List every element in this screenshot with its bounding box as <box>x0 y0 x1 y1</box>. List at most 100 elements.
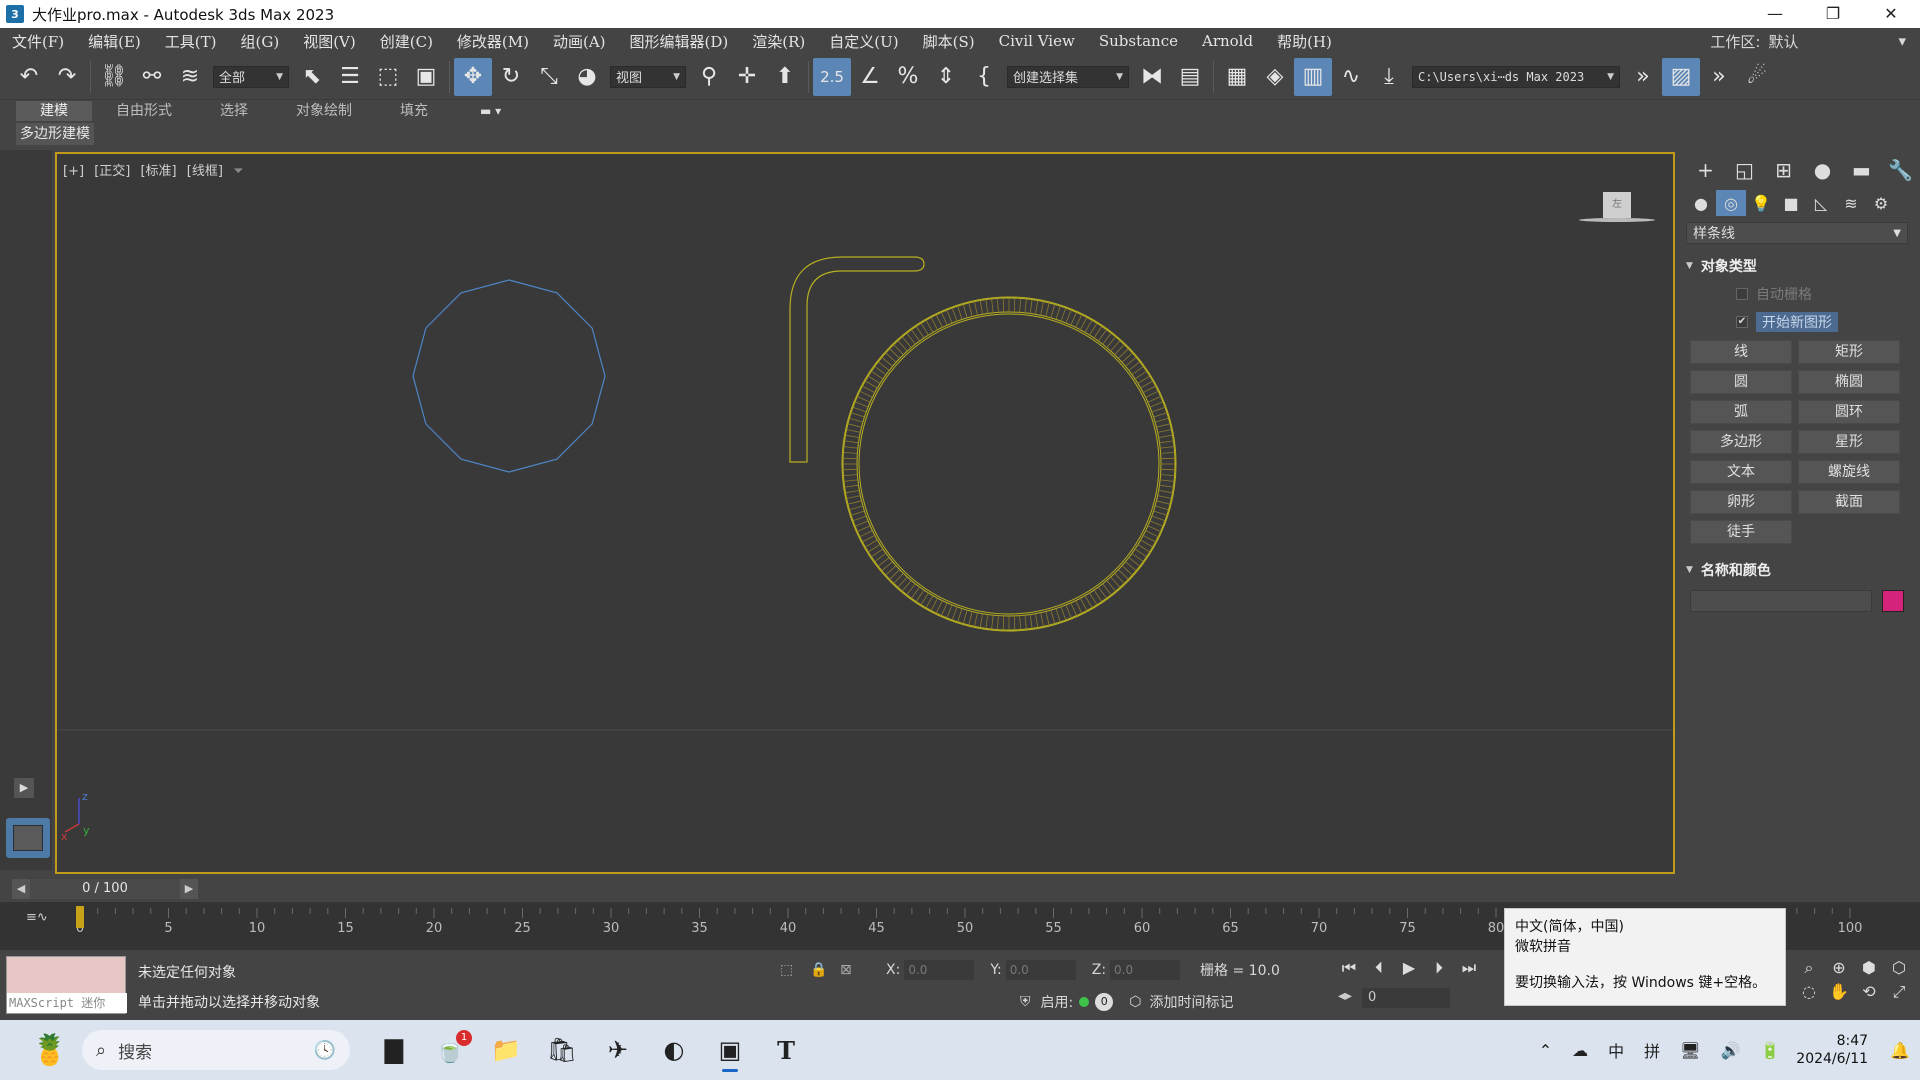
language-indicator[interactable]: 中 <box>1608 1038 1624 1062</box>
scene-explorer-icon[interactable]: ▦ <box>1218 58 1256 96</box>
ellipse-button[interactable]: 椭圆 <box>1798 370 1900 394</box>
workspace-selector[interactable]: 工作区: 默认 ▾ <box>1710 28 1906 54</box>
volume-icon[interactable]: 🔊 <box>1720 1041 1740 1060</box>
x-coord-field[interactable]: 0.0 <box>904 960 975 980</box>
3dsmax-taskbar-icon[interactable]: ▣ <box>702 1026 758 1074</box>
ribbon-options-icon[interactable]: ▬ ▾ <box>480 104 501 118</box>
go-to-end-icon[interactable]: ⏭ <box>1454 958 1484 978</box>
viewport-canvas[interactable]: z x y <box>57 154 1673 872</box>
pivot-center-icon[interactable]: ⚲ <box>690 58 728 96</box>
chevron-up-icon[interactable]: ⌃ <box>1539 1041 1552 1060</box>
taskbar-clock[interactable]: 8:47 2024/6/11 <box>1796 1032 1868 1068</box>
lights-icon[interactable]: 💡 <box>1746 190 1776 216</box>
next-frame-arrow-icon[interactable]: ▶ <box>180 879 198 899</box>
shapes-icon[interactable]: ◎ <box>1716 190 1746 216</box>
overflow-icon[interactable]: » <box>1624 58 1662 96</box>
shape-category-dropdown[interactable]: 样条线 ▼ <box>1686 222 1908 244</box>
add-time-tag-label[interactable]: 添加时间标记 <box>1149 992 1233 1012</box>
object-type-rollout[interactable]: ▼ 对象类型 <box>1686 256 1908 276</box>
line-button[interactable]: 线 <box>1690 340 1792 364</box>
schematic-view-icon[interactable]: ⤓ <box>1370 58 1408 96</box>
menu-views[interactable]: 视图(V) <box>291 31 368 52</box>
menu-modifiers[interactable]: 修改器(M) <box>445 31 541 52</box>
edge-browser-icon[interactable]: ◐ <box>646 1026 702 1074</box>
align-icon[interactable]: ▤ <box>1171 58 1209 96</box>
object-name-input[interactable] <box>1690 590 1872 612</box>
space-warps-icon[interactable]: ≋ <box>1836 190 1866 216</box>
l-shaped-spline[interactable] <box>789 256 925 463</box>
zoom-all-icon[interactable]: ⊕ <box>1824 958 1854 978</box>
network-icon[interactable]: 🖥 <box>1680 1041 1700 1060</box>
current-frame-field[interactable]: 0 <box>1362 988 1450 1008</box>
select-object-icon[interactable]: ⬉ <box>293 58 331 96</box>
spinner-snap-icon[interactable]: ⇕ <box>927 58 965 96</box>
viewcube-face[interactable]: 左 <box>1603 192 1631 218</box>
menu-edit[interactable]: 编辑(E) <box>76 31 153 52</box>
menu-civil-view[interactable]: Civil View <box>987 32 1087 50</box>
overflow-right-icon[interactable]: » <box>1700 58 1738 96</box>
edit-named-selection-icon[interactable]: { <box>965 58 1003 96</box>
tab-modeling[interactable]: 建模 <box>16 101 92 121</box>
toggle-ribbon-icon[interactable]: ▥ <box>1294 57 1332 96</box>
menu-rendering[interactable]: 渲染(R) <box>740 31 817 52</box>
layer-explorer-icon[interactable]: ◈ <box>1256 58 1294 96</box>
reference-coord-dropdown[interactable]: 视图 ▼ <box>610 65 686 88</box>
menu-tools[interactable]: 工具(T) <box>153 31 229 52</box>
egg-button[interactable]: 卵形 <box>1690 490 1792 514</box>
zoom-extents-icon[interactable]: ⬢ <box>1854 958 1884 978</box>
render-setup-icon[interactable]: ▨ <box>1662 57 1700 96</box>
systems-icon[interactable]: ⚙ <box>1866 190 1896 216</box>
menu-arnold[interactable]: Arnold <box>1190 32 1265 50</box>
field-of-view-icon[interactable]: ◌ <box>1794 982 1824 1002</box>
donut-button[interactable]: 圆环 <box>1798 400 1900 424</box>
render-icon[interactable]: ☄ <box>1738 58 1776 96</box>
expand-arrow-icon[interactable]: ▶ <box>14 778 34 798</box>
angle-snap-icon[interactable]: ∠ <box>851 58 889 96</box>
menu-customize[interactable]: 自定义(U) <box>817 31 910 52</box>
workspace-value[interactable]: 默认 <box>1768 31 1898 52</box>
name-and-color-rollout[interactable]: ▼ 名称和颜色 <box>1686 560 1908 580</box>
percent-snap-icon[interactable]: % <box>889 58 927 96</box>
zero-button[interactable]: 0 <box>1095 993 1114 1011</box>
section-button[interactable]: 截面 <box>1798 490 1900 514</box>
create-tab-icon[interactable]: + <box>1686 155 1725 185</box>
menu-scripting[interactable]: 脚本(S) <box>911 31 987 52</box>
redo-icon[interactable]: ↷ <box>48 58 86 96</box>
feishu-app-icon[interactable]: ✈ <box>590 1026 646 1074</box>
enable-indicator[interactable] <box>1079 997 1090 1007</box>
taskbar-search[interactable]: ⌕ 搜索 🕓 <box>82 1030 350 1070</box>
polygon-spline[interactable] <box>412 279 606 473</box>
typora-app-icon[interactable]: T <box>758 1026 814 1074</box>
pan-icon[interactable]: ✋ <box>1824 982 1854 1002</box>
project-path-dropdown[interactable]: C:\Users\xi⋯ds Max 2023 ▼ <box>1412 65 1620 88</box>
manipulate-icon[interactable]: ✛ <box>728 58 766 96</box>
start-new-shape-checkbox[interactable]: ✔ 开始新图形 <box>1736 312 1920 332</box>
menu-group[interactable]: 组(G) <box>229 31 292 52</box>
viewcube[interactable]: 左 <box>1579 192 1655 232</box>
shield-icon[interactable]: ⛨ <box>1020 994 1031 1010</box>
absolute-mode-icon[interactable]: ⊠ <box>840 962 862 978</box>
menu-file[interactable]: 文件(F) <box>0 31 76 52</box>
time-slider[interactable]: ◀ 0 / 100 ▶ <box>12 878 1672 900</box>
menu-animation[interactable]: 动画(A) <box>541 31 618 52</box>
notification-bell-icon[interactable]: 🔔 <box>1890 1041 1910 1060</box>
go-to-start-icon[interactable]: ⏮ <box>1334 958 1364 978</box>
undo-icon[interactable]: ↶ <box>10 58 48 96</box>
display-tab-icon[interactable]: ▬ <box>1842 155 1881 185</box>
minimize-button[interactable]: — <box>1746 0 1804 28</box>
snaps-toggle-icon[interactable]: 2.5 <box>813 57 851 96</box>
key-mode-icon[interactable]: ◂▸ <box>1338 988 1352 1004</box>
cameras-icon[interactable]: ■ <box>1776 190 1806 216</box>
freehand-button[interactable]: 徒手 <box>1690 520 1792 544</box>
cloud-icon[interactable]: ☁ <box>1572 1041 1588 1060</box>
named-selection-dropdown[interactable]: 创建选择集 ▼ <box>1007 65 1129 88</box>
ime-indicator[interactable]: 拼 <box>1644 1038 1660 1062</box>
isolate-selection-icon[interactable]: ⬚ <box>780 962 802 978</box>
tab-object-paint[interactable]: 对象绘制 <box>272 101 376 121</box>
motion-tab-icon[interactable]: ● <box>1803 155 1842 185</box>
menu-help[interactable]: 帮助(H) <box>1265 31 1344 52</box>
object-color-swatch[interactable] <box>1882 590 1904 612</box>
select-by-name-icon[interactable]: ☰ <box>331 58 369 96</box>
mirror-icon[interactable]: ⧓ <box>1133 58 1171 96</box>
close-button[interactable]: ✕ <box>1862 0 1920 28</box>
